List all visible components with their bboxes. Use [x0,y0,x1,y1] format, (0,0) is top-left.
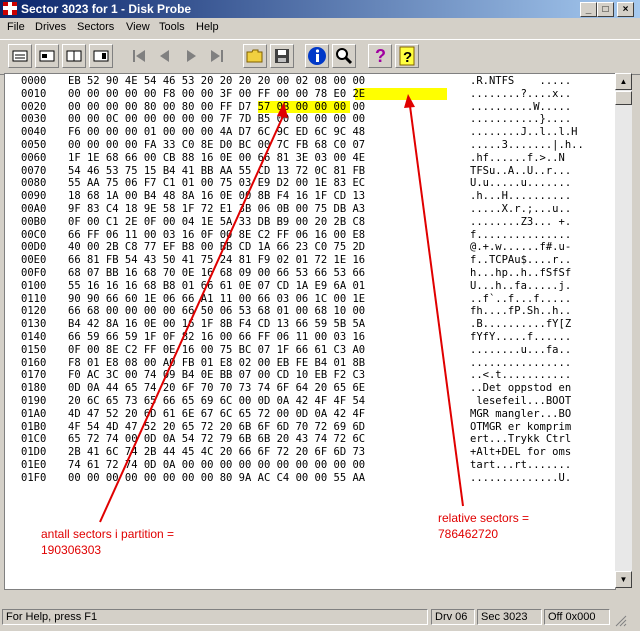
scroll-down-button[interactable]: ▼ [615,571,632,588]
scroll-thumb[interactable] [615,91,632,105]
status-sector: Sec 3023 [477,609,542,625]
menu-file[interactable]: File [7,18,25,37]
maximize-button[interactable]: □ [597,2,614,17]
next-icon[interactable] [179,44,203,68]
boot-icon[interactable] [89,44,113,68]
svg-text:?: ? [403,49,412,66]
relative-sectors-value: 786462720 [438,527,499,541]
partition-sectors-label: antall sectors i partition = [41,527,175,541]
search-icon[interactable] [332,44,356,68]
app-flag-icon [3,2,17,15]
close-button[interactable]: × [617,2,634,17]
partition-sectors-value: 190306303 [41,543,102,557]
hex-view-pane[interactable]: 0000 EB 52 90 4E 54 46 53 20 20 20 20 00 … [4,73,616,590]
menu-tools[interactable]: Tools [159,18,185,37]
help-icon[interactable]: ? [368,44,392,68]
menu-drives[interactable]: Drives [35,18,66,37]
relative-sectors-label: relative sectors = [438,511,530,525]
partition-icon[interactable] [62,44,86,68]
status-drive: Drv 06 [431,609,475,625]
menu-sectors[interactable]: Sectors [77,18,114,37]
hex-view-icon[interactable] [35,44,59,68]
title-bar: Sector 3023 for 1 - Disk Probe _ □ × [0,0,640,18]
size-grip-icon[interactable] [613,613,627,627]
open-icon[interactable] [243,44,267,68]
context-help-icon[interactable]: ? [395,44,419,68]
svg-text:?: ? [375,46,386,66]
sector-view-icon[interactable] [8,44,32,68]
status-bar: For Help, press F1 Drv 06 Sec 3023 Off 0… [0,607,640,631]
minimize-button[interactable]: _ [580,2,597,17]
menu-help[interactable]: Help [196,18,219,37]
last-icon[interactable] [205,44,229,68]
vertical-scrollbar[interactable]: ▲ ▼ [615,73,632,588]
toolbar: ? ? [0,39,640,75]
info-icon[interactable] [305,44,329,68]
menu-bar: File Drives Sectors View Tools Help [0,18,640,37]
status-offset: Off 0x000 [544,609,610,625]
menu-view[interactable]: View [126,18,150,37]
first-icon[interactable] [127,44,151,68]
window-title: Sector 3023 for 1 - Disk Probe [21,2,192,16]
status-help-text: For Help, press F1 [2,609,428,625]
prev-icon[interactable] [153,44,177,68]
scroll-up-button[interactable]: ▲ [615,73,632,90]
save-icon[interactable] [270,44,294,68]
